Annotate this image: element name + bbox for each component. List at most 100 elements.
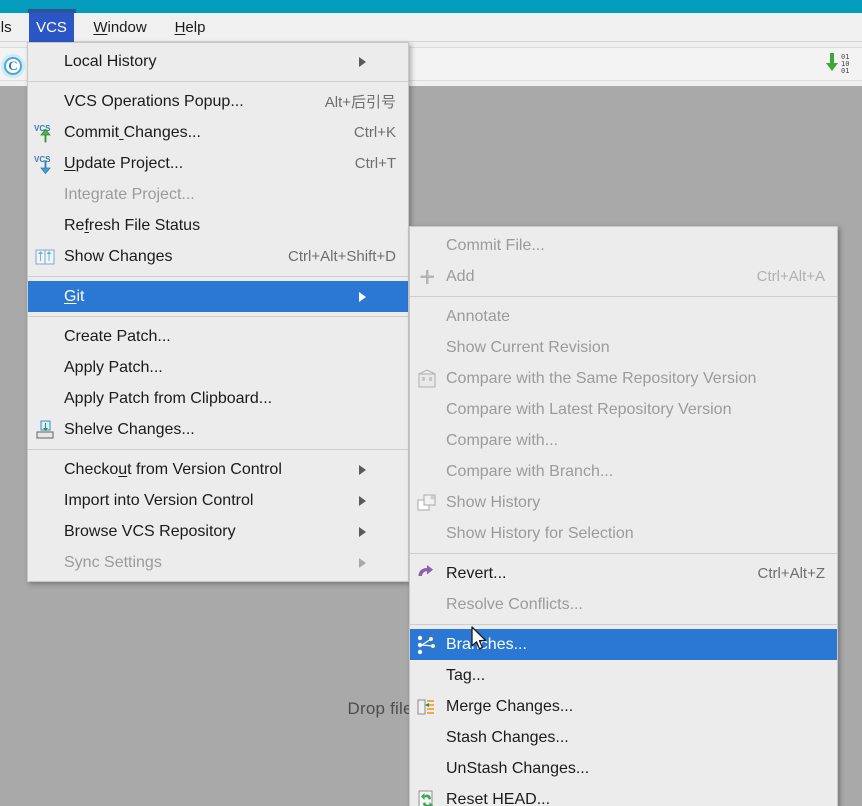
menu-separator <box>28 449 408 450</box>
svg-text:VCS: VCS <box>34 124 51 133</box>
svg-text:01: 01 <box>841 67 849 75</box>
menu-item-git[interactable]: Git <box>28 281 408 312</box>
submenu-arrow-icon <box>359 291 396 302</box>
menu-item-tag[interactable]: Tag... <box>410 660 837 691</box>
menu-item-compare-with-latest-repository-version: Compare with Latest Repository Version <box>410 394 837 425</box>
menu-item-compare-with-branch: Compare with Branch... <box>410 456 837 487</box>
menu-item-label: Branches... <box>446 635 527 653</box>
menu-separator <box>410 296 837 297</box>
menu-item-label: Create Patch... <box>64 327 171 345</box>
menubar-item-window-label: Window <box>93 19 147 36</box>
menu-separator <box>28 81 408 82</box>
menu-item-unstash-changes[interactable]: UnStash Changes... <box>410 753 837 784</box>
git-submenu-popup: Commit File... Add Ctrl+Alt+A Annotate Show … <box>409 226 838 806</box>
menu-item-label: Add <box>446 267 475 285</box>
menu-item-label: Stash Changes... <box>446 728 569 746</box>
menu-item-commit-changes[interactable]: VCS Commit Changes... Ctrl+K <box>28 117 408 148</box>
menu-item-label: Compare with Branch... <box>446 462 614 480</box>
menu-item-shortcut: Ctrl+T <box>354 155 396 172</box>
menubar-item-help[interactable]: Help <box>164 13 216 42</box>
menu-item-label: Commit Changes... <box>64 123 201 141</box>
menu-item-label: Refresh File Status <box>64 216 201 234</box>
menu-item-import-into-version-control[interactable]: Import into Version Control <box>28 485 408 516</box>
merge-changes-icon <box>416 696 438 718</box>
menu-item-label: Integrate Project... <box>64 185 195 203</box>
menu-item-add: Add Ctrl+Alt+A <box>410 261 837 292</box>
menu-item-label: Show Changes <box>64 247 173 265</box>
menu-separator <box>410 624 837 625</box>
branches-icon <box>416 634 438 656</box>
menu-item-stash-changes[interactable]: Stash Changes... <box>410 722 837 753</box>
menu-separator <box>410 553 837 554</box>
menu-item-show-history: Show History <box>410 487 837 518</box>
menu-item-create-patch[interactable]: Create Patch... <box>28 321 408 352</box>
menu-item-label: Checkout from Version Control <box>64 460 282 478</box>
menubar-item-window[interactable]: Window <box>78 13 162 42</box>
vcs-commit-icon: VCS <box>34 122 56 144</box>
menu-item-label: Merge Changes... <box>446 697 574 715</box>
menu-item-sync-settings: Sync Settings <box>28 547 408 578</box>
download-binary-icon[interactable]: 01 10 01 <box>822 50 856 76</box>
menu-item-integrate-project: Integrate Project... <box>28 179 408 210</box>
menu-item-resolve-conflicts: Resolve Conflicts... <box>410 589 837 620</box>
menu-item-label: Update Project... <box>64 154 184 172</box>
menu-item-label: Show Current Revision <box>446 338 610 356</box>
vcs-update-icon: VCS <box>34 153 56 175</box>
menu-item-reset-head[interactable]: Reset HEAD... <box>410 784 837 806</box>
menubar-item-help-label: Help <box>174 19 206 36</box>
menu-item-label: Tag... <box>446 666 486 684</box>
show-history-icon <box>416 492 438 514</box>
menu-item-show-history-for-selection: Show History for Selection <box>410 518 837 549</box>
menu-item-label: Compare with Latest Repository Version <box>446 400 732 418</box>
menu-item-label: Show History for Selection <box>446 524 634 542</box>
menu-item-label: Reset HEAD... <box>446 790 551 806</box>
menu-item-label: Import into Version Control <box>64 491 254 509</box>
menu-item-refresh-file-status[interactable]: Refresh File Status <box>28 210 408 241</box>
vcs-menu-popup: Local History VCS Operations Popup... Alt+… <box>27 42 409 582</box>
menu-separator <box>28 276 408 277</box>
menu-item-label: Resolve Conflicts... <box>446 595 583 613</box>
menu-item-apply-patch[interactable]: Apply Patch... <box>28 352 408 383</box>
submenu-arrow-icon <box>359 526 396 537</box>
menu-item-annotate: Annotate <box>410 301 837 332</box>
menu-item-label: VCS Operations Popup... <box>64 92 244 110</box>
menu-item-label: Local History <box>64 52 157 70</box>
menu-item-label: UnStash Changes... <box>446 759 590 777</box>
svg-text:VCS: VCS <box>34 155 51 164</box>
menu-item-merge-changes[interactable]: Merge Changes... <box>410 691 837 722</box>
reset-head-icon <box>416 789 438 806</box>
menu-item-apply-patch-from-clipboard[interactable]: Apply Patch from Clipboard... <box>28 383 408 414</box>
menu-item-shortcut: Alt+后引号 <box>324 94 396 111</box>
menu-item-browse-vcs-repository[interactable]: Browse VCS Repository <box>28 516 408 547</box>
menu-item-shortcut: Ctrl+Alt+A <box>756 268 825 285</box>
submenu-arrow-icon <box>359 495 396 506</box>
shelve-changes-icon <box>34 419 56 441</box>
window-title-bar <box>0 0 862 17</box>
menubar-item-vcs-label: VCS <box>36 19 67 36</box>
compare-repo-icon <box>416 368 438 390</box>
submenu-arrow-icon <box>359 464 396 475</box>
menu-item-shortcut: Ctrl+Alt+Shift+D <box>288 248 396 265</box>
show-changes-icon <box>34 246 56 268</box>
class-c-icon[interactable]: C <box>1 54 25 78</box>
menu-item-label: Git <box>64 287 85 305</box>
class-c-icon-letter: C <box>8 58 18 73</box>
menu-item-vcs-operations-popup[interactable]: VCS Operations Popup... Alt+后引号 <box>28 86 408 117</box>
menu-item-local-history[interactable]: Local History <box>28 46 408 77</box>
menu-item-label: Apply Patch... <box>64 358 163 376</box>
menu-item-label: Compare with... <box>446 431 559 449</box>
menu-item-show-changes[interactable]: Show Changes Ctrl+Alt+Shift+D <box>28 241 408 272</box>
menu-item-label: Revert... <box>446 564 507 582</box>
menubar-item-vcs[interactable]: VCS <box>29 13 74 42</box>
menu-item-compare-with-the-same-repository-version: Compare with the Same Repository Version <box>410 363 837 394</box>
menu-item-checkout-from-version-control[interactable]: Checkout from Version Control <box>28 454 408 485</box>
menu-item-branches[interactable]: Branches... <box>410 629 837 660</box>
menubar-item-tools[interactable]: ols <box>0 13 26 42</box>
menu-item-update-project[interactable]: VCS Update Project... Ctrl+T <box>28 148 408 179</box>
menu-item-show-current-revision: Show Current Revision <box>410 332 837 363</box>
menu-separator <box>28 316 408 317</box>
menu-item-label: Show History <box>446 493 541 511</box>
menu-item-commit-file: Commit File... <box>410 230 837 261</box>
menu-item-shelve-changes[interactable]: Shelve Changes... <box>28 414 408 445</box>
menu-item-revert[interactable]: Revert... Ctrl+Alt+Z <box>410 558 837 589</box>
